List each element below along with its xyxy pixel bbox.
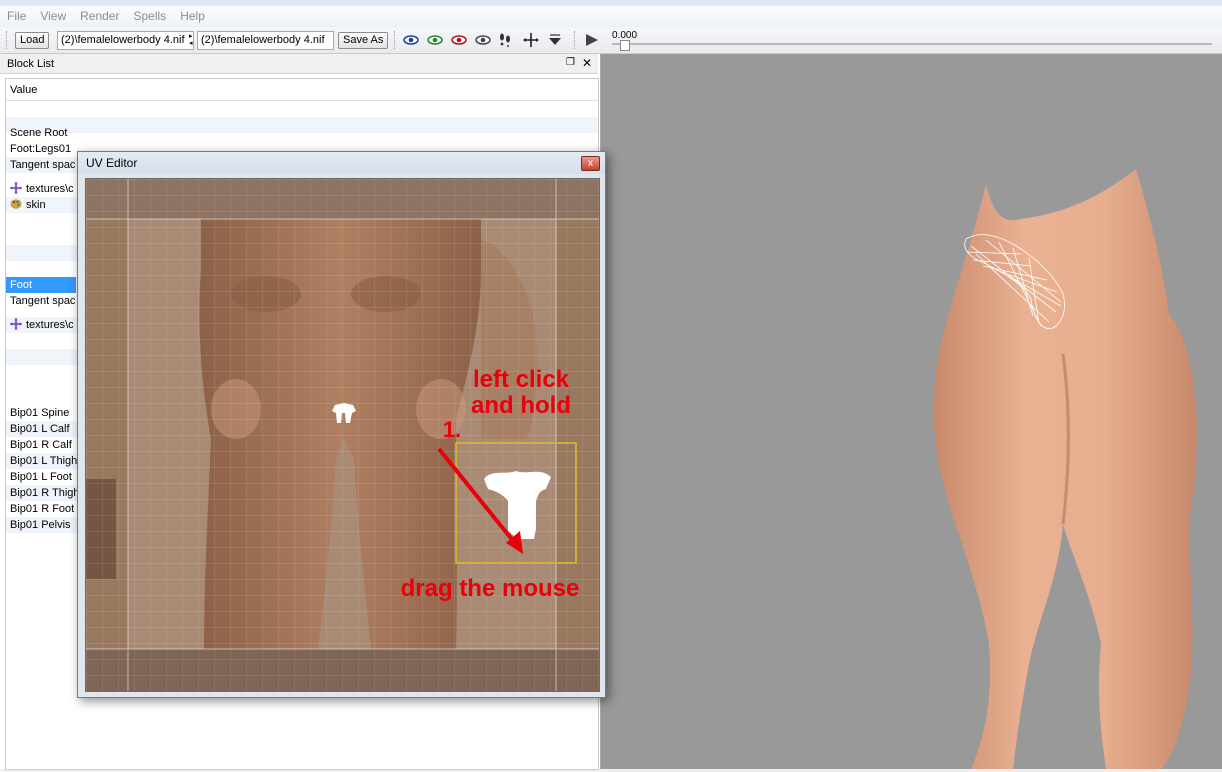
- play-icon[interactable]: [584, 33, 600, 47]
- file-a-field[interactable]: (2)\femalelowerbody 4.nif: [57, 31, 194, 50]
- block-list-title: Block List: [7, 58, 55, 70]
- move-axes-icon[interactable]: [523, 33, 539, 47]
- view-side-eye-icon[interactable]: [427, 33, 443, 47]
- tree-row-label: skin: [26, 199, 46, 211]
- toolbar-separator-2: [574, 31, 577, 49]
- annotation-left-click-hold: left click and hold: [471, 366, 571, 419]
- uv-canvas[interactable]: left click and hold 1. drag the mouse: [85, 178, 600, 692]
- tree-row-label: textures\c: [26, 319, 74, 331]
- toolbar-grip[interactable]: [6, 31, 9, 49]
- uv-editor-window[interactable]: UV Editor x left click and hold 1. drag …: [77, 151, 606, 698]
- menu-bar: File View Render Spells Help: [0, 6, 1222, 26]
- view-dropdown-icon[interactable]: [547, 33, 563, 47]
- menu-spells[interactable]: Spells: [127, 9, 174, 23]
- block-list-title-bar: Block List ❐ ✕: [0, 54, 598, 74]
- uv-editor-title-bar[interactable]: UV Editor: [78, 152, 605, 174]
- file-b-field[interactable]: (2)\femalelowerbody 4.nif: [197, 31, 334, 50]
- uv-editor-close-button[interactable]: x: [581, 156, 600, 171]
- timeline-slider-track[interactable]: [612, 43, 1212, 45]
- walk-footprints-icon[interactable]: [497, 33, 513, 47]
- float-panel-icon[interactable]: ❐: [566, 58, 576, 68]
- timeline-slider-handle[interactable]: [620, 40, 630, 51]
- menu-render[interactable]: Render: [73, 9, 126, 23]
- view-front-eye-icon[interactable]: [403, 33, 419, 47]
- swap-arrows-icon[interactable]: ▸ ◂: [189, 33, 193, 47]
- annotation-drag-mouse: drag the mouse: [400, 575, 580, 602]
- texture-icon: [10, 318, 22, 330]
- load-button[interactable]: Load: [15, 32, 50, 49]
- lower-body-model[interactable]: [601, 54, 1222, 769]
- texture-icon: [10, 182, 22, 194]
- view-user-eye-icon[interactable]: [475, 33, 491, 47]
- menu-help[interactable]: Help: [173, 9, 212, 23]
- 3d-viewport[interactable]: [601, 54, 1222, 769]
- save-as-button[interactable]: Save As: [338, 32, 389, 49]
- palette-icon: [10, 199, 22, 209]
- annotation-step-number: 1.: [442, 417, 462, 442]
- close-panel-icon[interactable]: ✕: [582, 57, 592, 69]
- tree-row-label: textures\c: [26, 183, 74, 195]
- uv-editor-title: UV Editor: [86, 156, 138, 170]
- tree-row-foot-selected[interactable]: Foot: [6, 277, 76, 293]
- tree-row-scene-root[interactable]: Scene Root: [6, 125, 598, 141]
- toolbar-separator: [394, 31, 397, 49]
- menu-view[interactable]: View: [33, 9, 73, 23]
- uv-texture-view: [86, 179, 599, 691]
- view-top-eye-icon[interactable]: [451, 33, 467, 47]
- menu-file[interactable]: File: [0, 9, 33, 23]
- legs-mesh: [933, 169, 1197, 769]
- column-header-value[interactable]: Value: [6, 79, 598, 101]
- toolbar: Load (2)\femalelowerbody 4.nif ▸ ◂ (2)\fe…: [0, 27, 1222, 54]
